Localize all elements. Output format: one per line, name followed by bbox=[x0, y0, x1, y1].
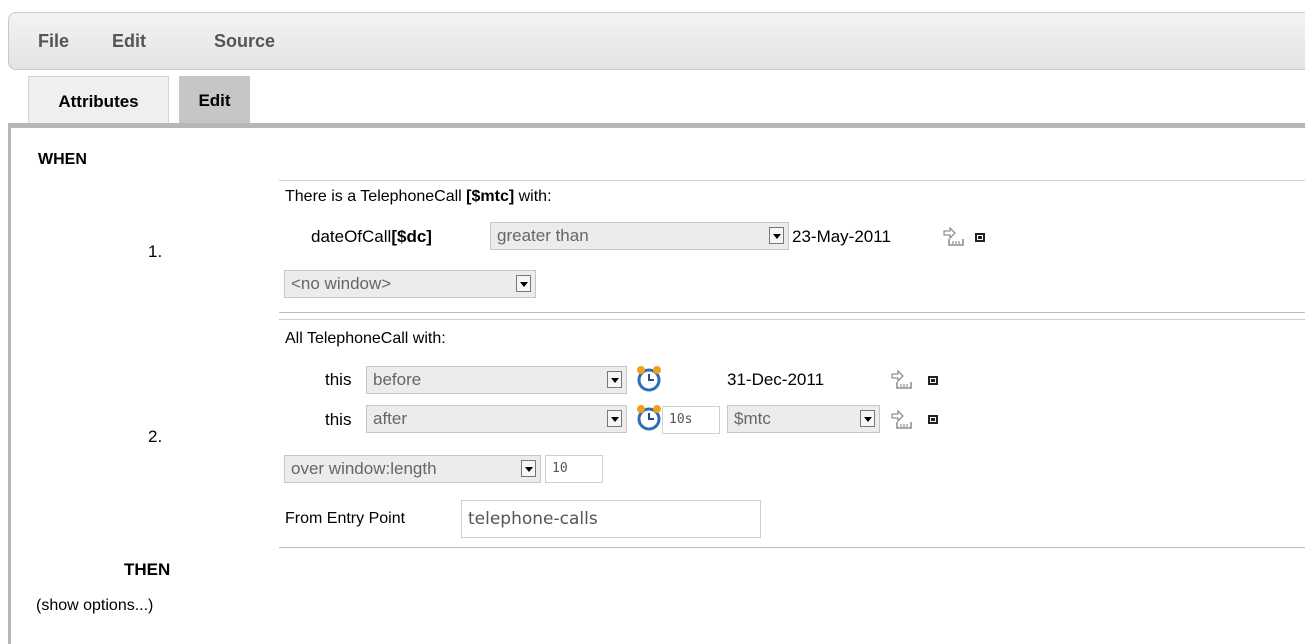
rule-2-constraint-1-operator-select[interactable]: before bbox=[366, 366, 627, 394]
entry-point-label: From Entry Point bbox=[285, 510, 406, 527]
rule-1-header-binding: [$mtc] bbox=[466, 188, 515, 205]
when-label: WHEN bbox=[38, 151, 87, 168]
rule-1-number: 1. bbox=[148, 242, 163, 261]
rule-1-window-value: <no window> bbox=[291, 274, 392, 293]
chevron-down-icon bbox=[769, 227, 784, 244]
chevron-down-icon bbox=[607, 371, 622, 388]
rule-2-constraint-1-operator-value: before bbox=[373, 370, 422, 389]
rule-1-field-label: dateOfCall[$dc] bbox=[311, 227, 432, 247]
rule-2-number: 2. bbox=[148, 427, 163, 446]
rule-1-field-binding: [$dc] bbox=[391, 227, 432, 246]
chevron-down-icon bbox=[860, 410, 875, 427]
rule-1-operator-select[interactable]: greater than bbox=[490, 222, 789, 250]
rule-2-constraint-2-operator-select[interactable]: after bbox=[366, 405, 627, 433]
divider bbox=[279, 319, 1305, 320]
tab-attributes[interactable]: Attributes bbox=[28, 76, 169, 126]
rule-2-variable-value: $mtc bbox=[734, 409, 771, 428]
rule-2-window-length-input[interactable]: 10 bbox=[545, 455, 603, 483]
rule-2-window-select[interactable]: over window:length bbox=[284, 455, 541, 483]
menu-source[interactable]: Source bbox=[214, 31, 275, 52]
chevron-down-icon bbox=[607, 410, 622, 427]
menu-file[interactable]: File bbox=[38, 31, 69, 52]
alarm-clock-icon[interactable] bbox=[634, 364, 664, 392]
remove-constraint-icon[interactable] bbox=[975, 233, 985, 242]
rule-2-variable-select[interactable]: $mtc bbox=[727, 405, 880, 433]
rule-2-constraint-2-subject: this bbox=[325, 410, 352, 429]
entry-point-input[interactable]: telephone-calls bbox=[461, 500, 761, 538]
chevron-down-icon bbox=[516, 275, 531, 292]
rule-2-constraint-1-subject: this bbox=[325, 370, 352, 389]
rule-1-header-prefix: There is a TelephoneCall bbox=[285, 188, 467, 205]
tab-edit[interactable]: Edit bbox=[179, 76, 250, 126]
show-options-link[interactable]: (show options...) bbox=[36, 597, 153, 615]
rule-2-offset-input[interactable]: 10s bbox=[662, 406, 720, 434]
panel-border-top bbox=[8, 123, 1305, 128]
expand-field-icon[interactable] bbox=[890, 369, 914, 391]
rule-1-header: There is a TelephoneCall [$mtc] with: bbox=[285, 188, 552, 206]
divider bbox=[279, 180, 1305, 181]
rule-1-field: dateOfCall bbox=[311, 227, 392, 246]
rule-1-date-value: 23-May-2011 bbox=[792, 227, 891, 246]
rule-2-header: All TelephoneCall with: bbox=[285, 330, 446, 347]
rule-2-constraint-1-date-value: 31-Dec-2011 bbox=[727, 370, 825, 389]
then-label: THEN bbox=[124, 560, 171, 579]
rule-1-operator-value: greater than bbox=[497, 226, 589, 245]
rule-2-constraint-2-operator-value: after bbox=[373, 409, 408, 428]
chevron-down-icon bbox=[521, 460, 536, 477]
expand-field-icon[interactable] bbox=[890, 409, 914, 431]
divider bbox=[279, 312, 1305, 313]
alarm-clock-icon[interactable] bbox=[634, 403, 664, 431]
panel-border-left bbox=[8, 123, 11, 644]
rule-1-window-select[interactable]: <no window> bbox=[284, 270, 536, 298]
divider bbox=[279, 547, 1305, 548]
menu-bar: File Edit Source bbox=[8, 12, 1305, 70]
rule-1-header-suffix: with: bbox=[514, 188, 552, 205]
remove-constraint-icon[interactable] bbox=[928, 415, 938, 424]
rule-2-window-value: over window:length bbox=[291, 459, 437, 478]
menu-edit[interactable]: Edit bbox=[112, 31, 146, 52]
expand-field-icon[interactable] bbox=[942, 226, 966, 248]
remove-constraint-icon[interactable] bbox=[928, 376, 938, 385]
